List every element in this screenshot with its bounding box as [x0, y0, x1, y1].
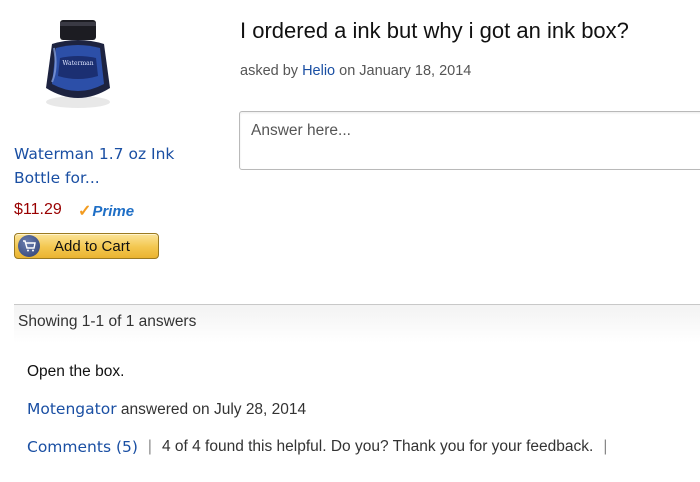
- question-title: I ordered a ink but why i got an ink box…: [240, 18, 629, 43]
- separator: |: [147, 438, 152, 455]
- add-to-cart-button[interactable]: Add to Cart: [14, 233, 159, 259]
- asker-link[interactable]: Helio: [302, 63, 335, 79]
- prime-label: Prime: [92, 202, 135, 220]
- comments-link[interactable]: Comments (5): [27, 438, 138, 456]
- answer-actions: Comments (5) | 4 of 4 found this helpful…: [27, 438, 617, 456]
- asked-by-prefix: asked by: [240, 63, 303, 79]
- add-to-cart-label: Add to Cart: [54, 237, 130, 255]
- question-meta: asked by Helio on January 18, 2014: [240, 63, 471, 79]
- answer-text: Open the box.: [27, 363, 125, 380]
- helpful-text: 4 of 4 found this helpful. Do you? Thank…: [161, 438, 594, 455]
- product-title-link[interactable]: Waterman 1.7 oz Ink Bottle for...: [14, 142, 204, 190]
- answered-date: answered on July 28, 2014: [116, 401, 307, 418]
- asked-date: on January 18, 2014: [335, 63, 472, 79]
- answer-input-placeholder: Answer here...: [251, 122, 351, 139]
- answer-input[interactable]: [239, 111, 700, 170]
- prime-badge: ✓ Prime: [78, 201, 134, 221]
- answer-author-link[interactable]: Motengator: [27, 400, 117, 418]
- answers-count: Showing 1-1 of 1 answers: [18, 313, 197, 330]
- answer-meta: Motengator answered on July 28, 2014: [27, 400, 306, 419]
- product-image[interactable]: Waterman: [38, 18, 118, 110]
- separator: |: [603, 438, 608, 455]
- product-price: $11.29: [14, 201, 62, 218]
- cart-icon: [18, 235, 40, 257]
- prime-check-icon: ✓: [78, 203, 92, 220]
- svg-text:Waterman: Waterman: [62, 60, 93, 67]
